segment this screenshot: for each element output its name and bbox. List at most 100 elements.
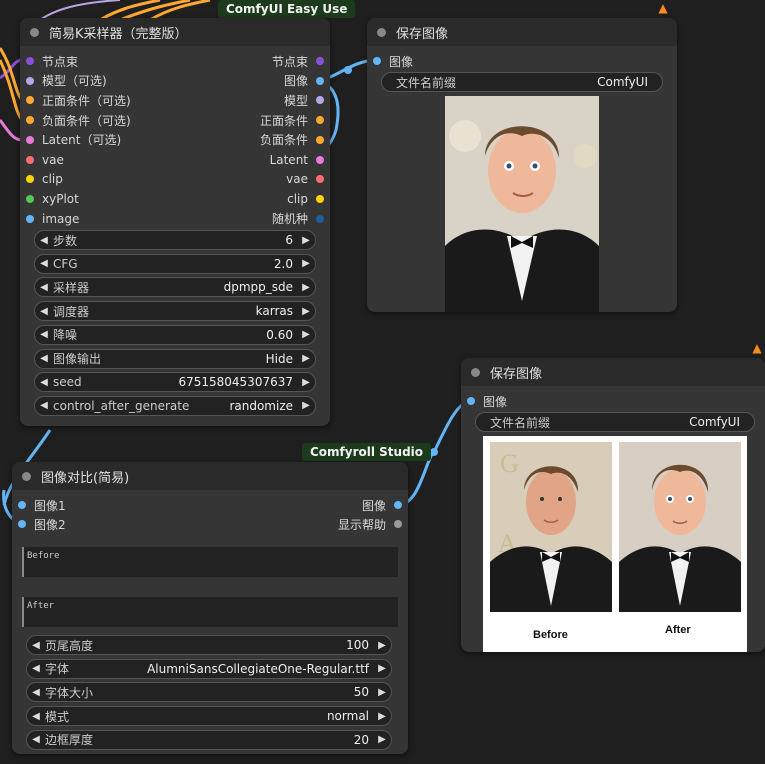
increment-arrow-icon[interactable]: ▶ [297, 258, 315, 269]
save-image-node-2[interactable]: 保存图像 图像 文件名前缀 ComfyUI G A Before After [461, 358, 765, 652]
increment-arrow-icon[interactable]: ▶ [373, 640, 391, 651]
output-slot[interactable] [316, 116, 324, 125]
widget-value: dpmpp_sde [223, 280, 293, 295]
save2-title-bar[interactable]: 保存图像 [461, 358, 765, 386]
comparison-image-preview[interactable]: G A Before After [483, 436, 747, 652]
ksampler-widget[interactable]: ◀ 降噪 0.60 ▶ [34, 324, 316, 345]
decrement-arrow-icon[interactable]: ◀ [27, 640, 45, 651]
widget-label: 图像输出 [53, 352, 102, 366]
ksampler-io-row: clip vae [20, 169, 330, 189]
after-caption: After [665, 624, 691, 636]
fox-icon: ▲ [658, 1, 668, 15]
ksampler-widget[interactable]: ◀ seed 675158045307637 ▶ [34, 372, 316, 393]
decrement-arrow-icon[interactable]: ◀ [27, 711, 45, 722]
input-label: 节点束 [42, 54, 79, 69]
text2-textarea[interactable]: After [22, 597, 398, 627]
help-output-slot[interactable] [394, 520, 402, 528]
ksampler-node[interactable]: 简易K采样器（完整版） 节点束 节点束 模型（可选) 图像 正面条件（可选) 模型 负面条件… [20, 18, 330, 426]
output-label: 节点束 [271, 54, 308, 69]
compare-title: 图像对比(简易) [41, 470, 130, 486]
before-caption: Before [533, 629, 568, 641]
increment-arrow-icon[interactable]: ▶ [297, 282, 315, 293]
collapse-dot-icon[interactable] [471, 367, 480, 377]
output-image-preview[interactable] [445, 96, 599, 312]
increment-arrow-icon[interactable]: ▶ [297, 235, 315, 246]
increment-arrow-icon[interactable]: ▶ [297, 400, 315, 411]
ksampler-widget[interactable]: ◀ CFG 2.0 ▶ [34, 253, 316, 274]
image-input-slot[interactable] [467, 397, 475, 405]
compare-widget[interactable]: ◀ 边框厚度 20 ▶ [26, 729, 392, 750]
save2-prefix-widget[interactable]: 文件名前缀 ComfyUI [475, 412, 755, 432]
output-slot[interactable] [316, 175, 324, 184]
widget-value: 50 [353, 685, 369, 700]
decrement-arrow-icon[interactable]: ◀ [35, 329, 53, 340]
compare-title-bar[interactable]: 图像对比(简易) [12, 462, 408, 490]
input-slot[interactable] [26, 116, 34, 125]
input-slot[interactable] [26, 194, 34, 203]
input-slot[interactable] [26, 135, 34, 144]
compare-widget[interactable]: ◀ 页尾高度 100 ▶ [26, 635, 392, 655]
output-slot[interactable] [316, 76, 324, 85]
decrement-arrow-icon[interactable]: ◀ [27, 734, 45, 745]
decrement-arrow-icon[interactable]: ◀ [35, 235, 53, 246]
image-output-slot[interactable] [394, 501, 402, 509]
output-label: 正面条件 [259, 113, 308, 128]
compare-widget[interactable]: ◀ 字体 AlumniSansCollegiateOne-Regular.ttf ▶ [26, 658, 392, 679]
comfyroll-badge: Comfyroll Studio [302, 443, 432, 461]
image1-input-slot[interactable] [18, 501, 26, 509]
ksampler-title-bar[interactable]: 简易K采样器（完整版） [20, 18, 330, 46]
input-label: 负面条件（可选) [42, 113, 131, 128]
input-slot[interactable] [26, 57, 34, 65]
compare-widget[interactable]: ◀ 模式 normal ▶ [26, 706, 392, 727]
increment-arrow-icon[interactable]: ▶ [297, 353, 315, 364]
ksampler-widget[interactable]: ◀ 步数 6 ▶ [34, 230, 316, 250]
output-slot[interactable] [316, 214, 324, 223]
input-slot[interactable] [26, 155, 34, 164]
increment-arrow-icon[interactable]: ▶ [297, 329, 315, 340]
input-slot[interactable] [26, 96, 34, 105]
increment-arrow-icon[interactable]: ▶ [373, 734, 391, 745]
output-slot[interactable] [316, 155, 324, 164]
image-input-slot[interactable] [373, 57, 381, 65]
output-slot[interactable] [316, 57, 324, 65]
image2-input-slot[interactable] [18, 520, 26, 528]
increment-arrow-icon[interactable]: ▶ [373, 687, 391, 698]
save1-prefix-widget[interactable]: 文件名前缀 ComfyUI [381, 72, 663, 92]
input-slot[interactable] [26, 76, 34, 85]
ksampler-widget[interactable]: ◀ 图像输出 Hide ▶ [34, 348, 316, 369]
save-image-node-1[interactable]: 保存图像 图像 文件名前缀 ComfyUI [367, 18, 677, 312]
decrement-arrow-icon[interactable]: ◀ [27, 687, 45, 698]
ksampler-widget[interactable]: ◀ 调度器 karras ▶ [34, 301, 316, 322]
increment-arrow-icon[interactable]: ▶ [297, 377, 315, 388]
increment-arrow-icon[interactable]: ▶ [373, 663, 391, 674]
widget-value: randomize [229, 398, 293, 413]
decrement-arrow-icon[interactable]: ◀ [35, 282, 53, 293]
decrement-arrow-icon[interactable]: ◀ [27, 663, 45, 674]
increment-arrow-icon[interactable]: ▶ [297, 306, 315, 317]
input-label: clip [42, 172, 63, 187]
output-slot[interactable] [316, 135, 324, 144]
ksampler-widget[interactable]: ◀ 采样器 dpmpp_sde ▶ [34, 277, 316, 298]
decrement-arrow-icon[interactable]: ◀ [35, 353, 53, 364]
widget-value: 0.60 [266, 327, 293, 342]
collapse-dot-icon[interactable] [377, 27, 386, 37]
image-compare-node[interactable]: 图像对比(简易) 图像1 图像 图像2 显示帮助 Before After ◀ 页… [12, 462, 408, 754]
text1-textarea[interactable]: Before [22, 547, 398, 577]
decrement-arrow-icon[interactable]: ◀ [35, 258, 53, 269]
input-label: 模型（可选) [42, 74, 107, 89]
collapse-dot-icon[interactable] [22, 471, 31, 481]
ksampler-io-row: Latent（可选) 负面条件 [20, 130, 330, 150]
decrement-arrow-icon[interactable]: ◀ [35, 377, 53, 388]
save1-title-bar[interactable]: 保存图像 [367, 18, 677, 46]
input-slot[interactable] [26, 214, 34, 223]
compare-widget[interactable]: ◀ 字体大小 50 ▶ [26, 682, 392, 703]
input-slot[interactable] [26, 175, 34, 184]
increment-arrow-icon[interactable]: ▶ [373, 711, 391, 722]
output-slot[interactable] [316, 194, 324, 203]
decrement-arrow-icon[interactable]: ◀ [35, 306, 53, 317]
prefix-value: ComfyUI [597, 75, 648, 89]
collapse-dot-icon[interactable] [30, 27, 39, 37]
decrement-arrow-icon[interactable]: ◀ [35, 400, 53, 411]
ksampler-widget[interactable]: ◀ control_after_generate randomize ▶ [34, 395, 316, 416]
output-slot[interactable] [316, 96, 324, 105]
